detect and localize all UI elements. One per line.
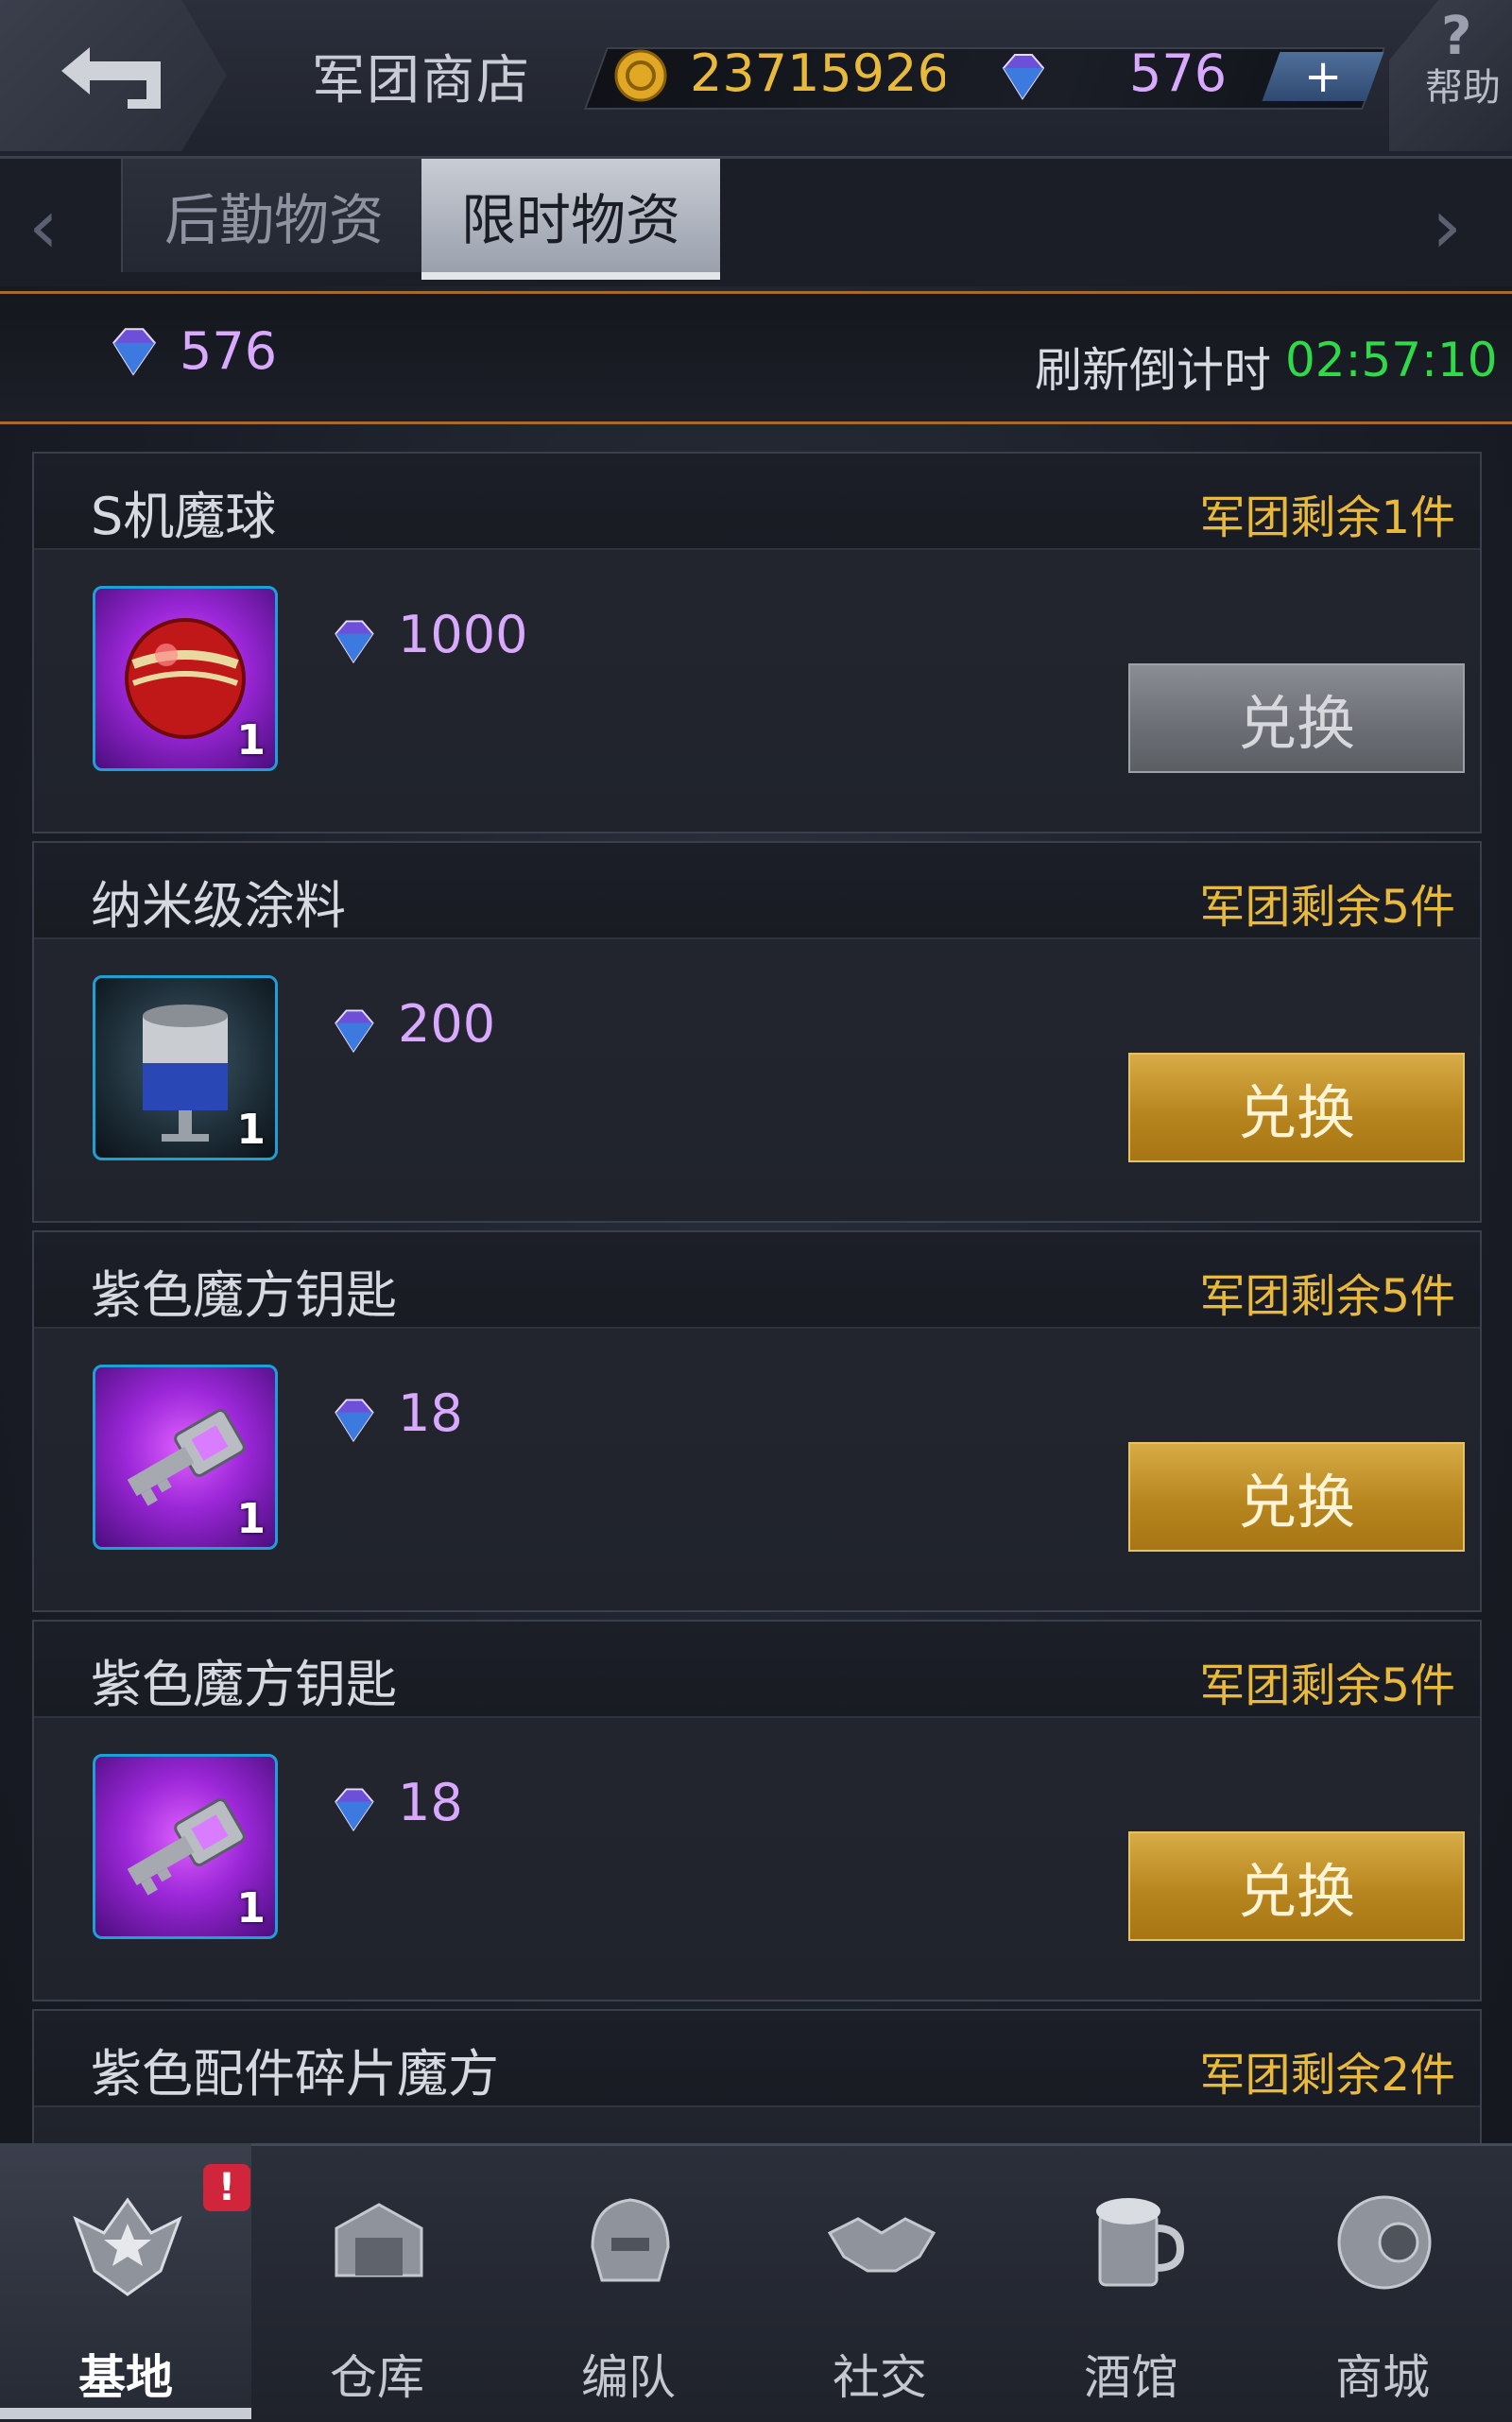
back-button[interactable] [0,0,227,151]
exchange-button[interactable]: 兑换 [1128,1442,1465,1552]
nav-label: 商城 [1335,2350,1430,2405]
nav-social[interactable]: 社交 [754,2143,1005,2419]
squad-helmet-icon [591,2198,670,2282]
item-quantity: 1 [236,1106,266,1154]
gem-balance: 576 [180,321,278,381]
chevron-left-icon[interactable]: ‹ [28,189,59,265]
add-gems-button[interactable]: + [1262,50,1384,103]
exchange-button[interactable]: 兑换 [1128,663,1465,773]
refresh-countdown-label: 刷新倒计时 [1035,343,1271,398]
magic-ball-icon[interactable]: 1 [93,586,278,771]
page-title: 军团商店 [312,50,531,112]
tab-limited[interactable]: 限时物资 [421,159,720,280]
shop-item-card: 紫色魔方钥匙 军团剩余5件 1 18 兑换 [32,1230,1482,1612]
item-price: 18 [398,1773,463,1832]
back-arrow-icon [61,47,161,109]
gold-coin-icon [614,49,667,102]
item-name: S机魔球 [91,487,277,546]
tab-logistics[interactable]: 后勤物资 [121,159,425,272]
nav-tavern[interactable]: 酒馆 [1005,2143,1257,2419]
diamond-icon [112,328,157,376]
nav-squad[interactable]: 编队 [503,2143,754,2419]
item-stock: 军团剩余1件 [1199,491,1455,544]
item-name: 紫色配件碎片魔方 [91,2044,499,2104]
mall-sphere-icon [1337,2195,1432,2290]
exchange-button[interactable]: 兑换 [1128,1053,1465,1162]
item-name: 紫色魔方钥匙 [91,1265,397,1325]
nav-label: 社交 [833,2350,927,2405]
active-indicator [0,2408,251,2419]
item-stock: 军团剩余2件 [1199,2049,1455,2102]
coin-amount: 237159264 [690,43,945,103]
refresh-countdown-time: 02:57:10 [1285,333,1498,387]
item-name: 纳米级涂料 [91,876,346,936]
diamond-icon [335,1399,374,1443]
purple-key-icon[interactable]: 1 [93,1365,278,1550]
alert-badge: ! [203,2164,250,2211]
warehouse-icon [335,2203,423,2277]
help-label: 帮助 [1425,66,1501,110]
item-price: 200 [398,994,496,1054]
nav-warehouse[interactable]: 仓库 [251,2143,503,2419]
item-price: 18 [398,1383,463,1443]
purple-key-icon[interactable]: 1 [93,1754,278,1939]
item-quantity: 1 [236,716,266,764]
exchange-button[interactable]: 兑换 [1128,1831,1465,1941]
coating-can-icon[interactable]: 1 [93,975,278,1160]
chevron-right-icon[interactable]: › [1432,189,1462,265]
item-stock: 军团剩余5件 [1199,881,1455,934]
diamond-icon [335,1009,374,1054]
beer-mug-icon [1096,2198,1185,2287]
item-quantity: 1 [236,1495,266,1543]
diamond-icon [1002,54,1045,100]
diamond-icon [335,620,374,664]
nav-label: 基地 [78,2350,173,2405]
nav-label: 编队 [581,2350,676,2405]
nav-label: 酒馆 [1084,2350,1178,2405]
item-stock: 军团剩余5件 [1199,1270,1455,1323]
shop-item-card: S机魔球 军团剩余1件 1 1000 兑换 [32,452,1482,833]
handshake-icon [827,2217,936,2273]
gem-amount: 576 [1129,43,1228,103]
shop-item-card: 纳米级涂料 军团剩余5件 1 200 兑换 [32,841,1482,1223]
nav-label: 仓库 [330,2350,424,2405]
item-name: 紫色魔方钥匙 [91,1655,397,1714]
nav-mall[interactable]: 商城 [1257,2143,1508,2419]
base-emblem-icon [73,2197,182,2296]
diamond-icon [335,1788,374,1832]
item-quantity: 1 [236,1884,266,1932]
item-stock: 军团剩余5件 [1199,1659,1455,1712]
item-price: 1000 [398,605,528,664]
shop-item-card: 紫色魔方钥匙 军团剩余5件 1 18 兑换 [32,1620,1482,2001]
shop-item-card: 紫色配件碎片魔方 军团剩余2件 [32,2009,1482,2145]
